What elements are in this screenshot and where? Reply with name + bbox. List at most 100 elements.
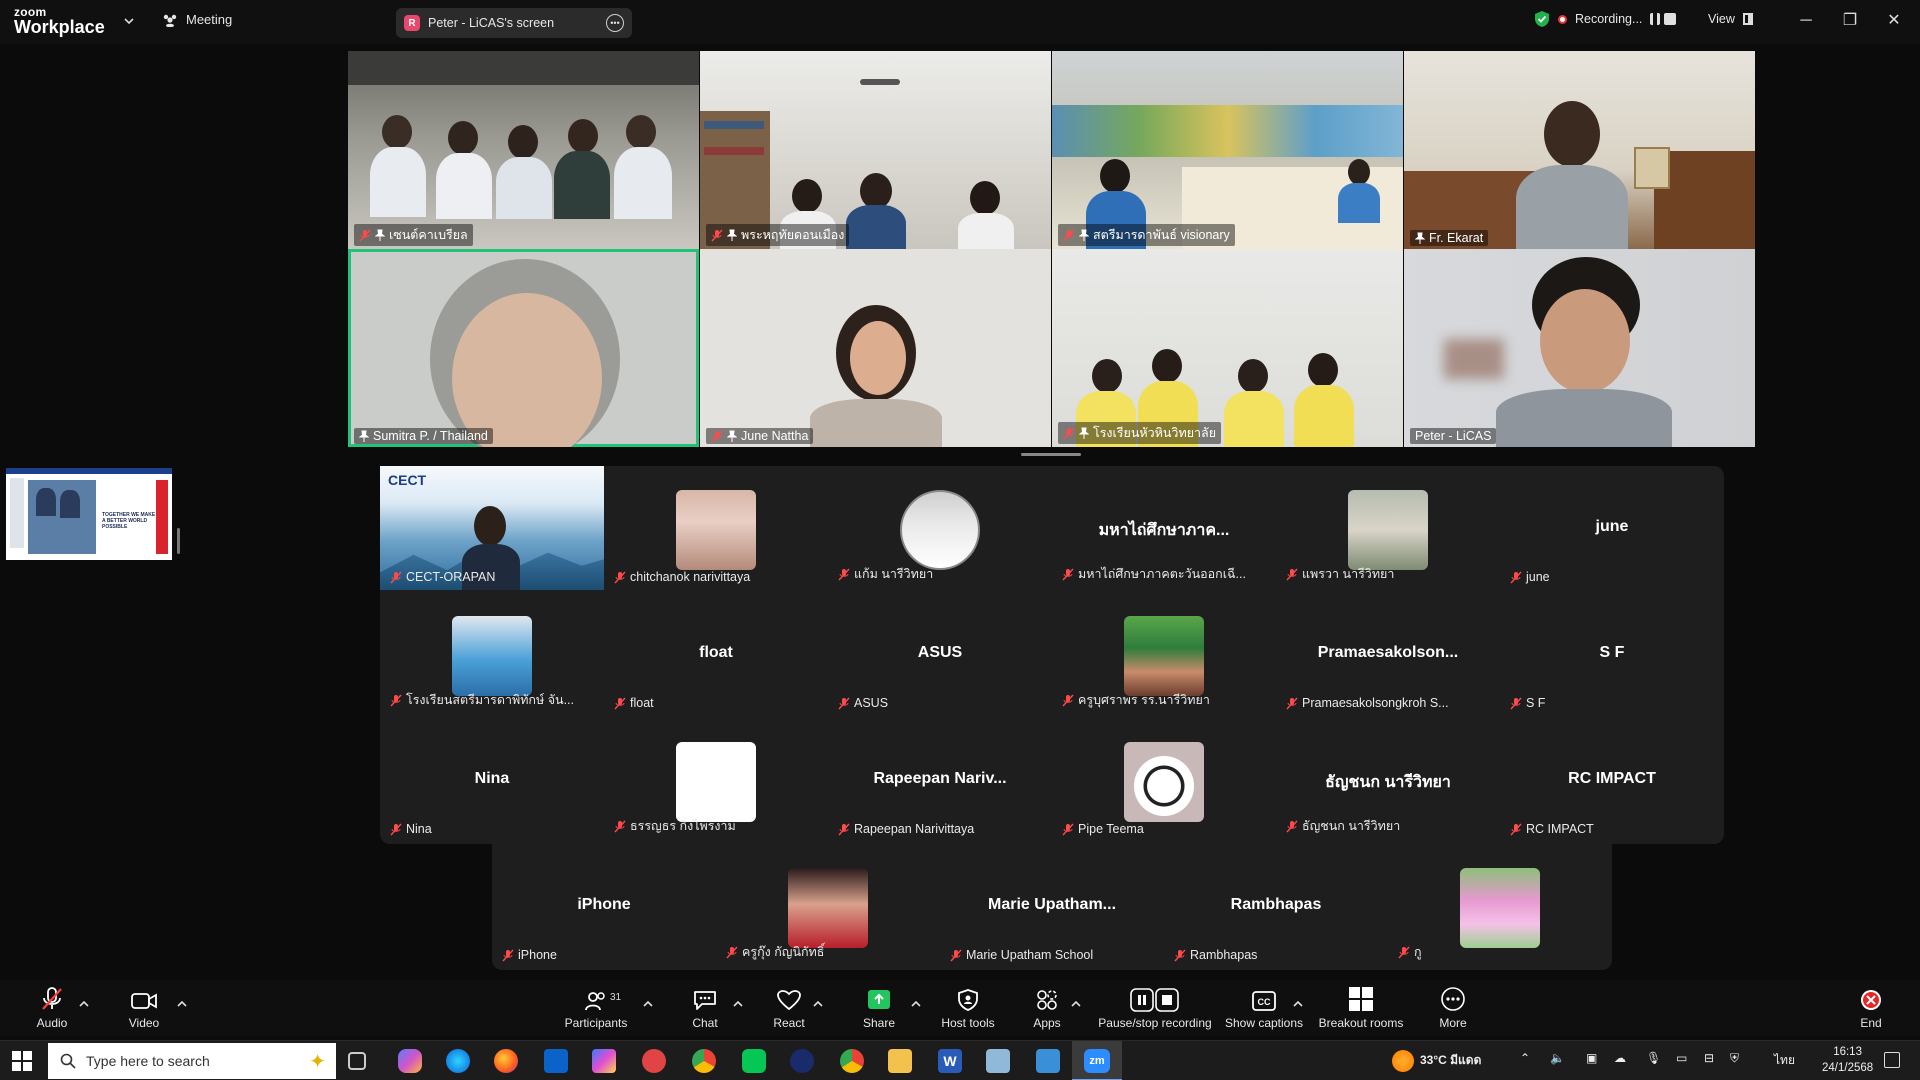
gallery-participant-tile[interactable]: Rambhapas Rambhapas — [1164, 844, 1388, 968]
gallery-participant-tile[interactable]: iPhone iPhone — [492, 844, 716, 968]
gallery-participant-tile[interactable]: ธรรญธร กิ่งไพรงาม — [604, 718, 828, 842]
microphone-tray-icon[interactable]: 🎙 — [1646, 1051, 1661, 1065]
video-tile-5[interactable]: Sumitra P. / Thailand — [348, 249, 699, 447]
chrome-profile-icon[interactable] — [840, 1049, 864, 1073]
gallery-participant-tile[interactable]: โรงเรียนสตรีมารดาพิทักษ์ จัน... — [380, 592, 604, 716]
zoom-taskbar-active[interactable]: zm — [1072, 1041, 1122, 1080]
audio-options-caret-icon[interactable] — [78, 998, 90, 1010]
more-button[interactable]: More — [1434, 980, 1472, 1036]
video-tile-7[interactable]: โรงเรียนหัวหินวิทยาลัย — [1052, 249, 1403, 447]
breakout-rooms-button[interactable]: Breakout rooms — [1318, 980, 1404, 1036]
react-caret-icon[interactable] — [812, 998, 824, 1010]
chat-caret-icon[interactable] — [732, 998, 744, 1010]
shield-tray-icon[interactable]: ⛨ — [1730, 1051, 1739, 1066]
windows-start-icon[interactable] — [12, 1051, 32, 1071]
edge-browser-icon[interactable] — [446, 1049, 470, 1073]
video-options-caret-icon[interactable] — [176, 998, 188, 1010]
outlook-icon[interactable] — [544, 1049, 568, 1073]
gallery-participant-tile[interactable]: ครูบุศราพร รร.นารีวิทยา — [1052, 592, 1276, 716]
share-caret-icon[interactable] — [910, 998, 922, 1010]
resize-handle[interactable] — [1021, 453, 1081, 456]
restore-button[interactable]: ❐ — [1838, 10, 1862, 34]
zoom-app-icon: zm — [1084, 1049, 1110, 1073]
gallery-participant-tile[interactable]: ASUS ASUS — [828, 592, 1052, 716]
captions-caret-icon[interactable] — [1292, 998, 1304, 1010]
view-button[interactable]: View — [1708, 12, 1753, 26]
gallery-participant-tile[interactable]: Pramaesakolson... Pramaesakolsongkroh S..… — [1276, 592, 1500, 716]
gallery-participant-tile[interactable]: กู — [1388, 844, 1612, 968]
weather-text[interactable]: 33°C มีแดด — [1420, 1051, 1481, 1070]
chat-button[interactable]: Chat — [688, 980, 722, 1036]
taskbar-search-box[interactable]: Type here to search ✦ — [48, 1043, 336, 1079]
gallery-participant-tile[interactable]: แพรวา นารีวิทยา — [1276, 466, 1500, 590]
display-icon[interactable]: ▭ — [1676, 1051, 1687, 1065]
mic-muted-icon — [390, 823, 402, 835]
gallery-participant-tile[interactable]: Rapeepan Nariv... Rapeepan Narivittaya — [828, 718, 1052, 842]
network-icon[interactable]: ⊟ — [1704, 1051, 1714, 1065]
gallery-participant-tile[interactable]: CECT CECT-ORAPAN — [380, 466, 604, 590]
chrome-icon[interactable] — [692, 1049, 716, 1073]
zoom-logo[interactable]: zoom Workplace — [14, 6, 105, 36]
more-options-icon[interactable]: ••• — [606, 14, 624, 32]
gallery-participant-tile[interactable]: Pipe Teema — [1052, 718, 1276, 842]
apps-caret-icon[interactable] — [1070, 998, 1082, 1010]
pause-recording-icon[interactable] — [1650, 13, 1661, 25]
chevron-down-icon[interactable] — [122, 14, 136, 28]
gallery-participant-tile[interactable]: Nina Nina — [380, 718, 604, 842]
video-button[interactable]: Video — [122, 980, 166, 1036]
meeting-button[interactable]: Meeting — [162, 12, 232, 27]
onedrive-icon[interactable]: ☁ — [1614, 1051, 1626, 1065]
copilot-icon[interactable] — [398, 1049, 422, 1073]
app-icon-blue[interactable] — [790, 1049, 814, 1073]
photos-icon[interactable] — [1036, 1049, 1060, 1073]
gallery-participant-tile[interactable]: chitchanok narivittaya — [604, 466, 828, 590]
video-tile-4[interactable]: Fr. Ekarat — [1404, 51, 1755, 249]
video-tile-3[interactable]: สตรีมารดาพันธ์ visionary — [1052, 51, 1403, 249]
end-meeting-button[interactable]: End — [1858, 980, 1884, 1036]
minimize-button[interactable]: ─ — [1794, 10, 1818, 34]
gallery-participant-tile[interactable]: S F S F — [1500, 592, 1724, 716]
gallery-participant-tile[interactable]: RC IMPACT RC IMPACT — [1500, 718, 1724, 842]
react-button[interactable]: React — [770, 980, 808, 1036]
taskbar-clock[interactable]: 16:13 24/1/2568 — [1822, 1044, 1873, 1076]
filmstrip-drag-handle[interactable] — [177, 528, 180, 554]
tray-chevron-icon[interactable]: ⌃ — [1520, 1051, 1530, 1065]
screen-share-indicator[interactable]: R Peter - LiCAS's screen ••• — [396, 8, 632, 38]
gallery-participant-tile[interactable]: june june — [1500, 466, 1724, 590]
host-tools-button[interactable]: Host tools — [936, 980, 1000, 1036]
gallery-participant-tile[interactable]: แก้ม นารีวิทยา — [828, 466, 1052, 590]
microsoft365-icon[interactable] — [592, 1049, 616, 1073]
volume-icon[interactable]: 🔈 — [1550, 1051, 1565, 1065]
firefox-icon[interactable] — [494, 1049, 518, 1073]
audio-button[interactable]: Audio — [30, 980, 74, 1036]
gallery-participant-tile[interactable]: ธัญชนก นารีวิทยา ธัญชนก นารีวิทยา — [1276, 718, 1500, 842]
line-app-icon[interactable] — [742, 1049, 766, 1073]
notifications-icon[interactable] — [1884, 1052, 1900, 1068]
participants-caret-icon[interactable] — [642, 998, 654, 1010]
task-view-icon[interactable] — [348, 1052, 366, 1070]
participant-name-label: Rapeepan Narivittaya — [838, 822, 1046, 836]
security-shield-icon[interactable] — [1534, 10, 1550, 28]
video-tile-6[interactable]: June Nattha — [700, 249, 1051, 447]
gallery-participant-tile[interactable]: Marie Upatham... Marie Upatham School — [940, 844, 1164, 968]
file-explorer-icon[interactable] — [888, 1049, 912, 1073]
participants-button[interactable]: 31 Participants — [560, 980, 632, 1036]
shared-screen-thumbnail[interactable]: TOGETHER WE MAKE A BETTER WORLD POSSIBLE — [6, 468, 172, 560]
gallery-participant-tile[interactable]: float float — [604, 592, 828, 716]
word-icon[interactable]: W — [938, 1049, 962, 1073]
gallery-participant-tile[interactable]: มหาไถ่ศึกษาภาค... มหาไถ่ศึกษาภาคตะวันออกเ… — [1052, 466, 1276, 590]
video-tile-2[interactable]: พระหฤทัยดอนเมือง — [700, 51, 1051, 249]
video-tile-1[interactable]: เซนต์คาเบรียล — [348, 51, 699, 249]
tray-app-icon[interactable]: ▣ — [1586, 1051, 1597, 1065]
pause-stop-recording-button[interactable]: Pause/stop recording — [1094, 980, 1216, 1036]
share-button[interactable]: Share — [860, 980, 898, 1036]
weather-icon[interactable] — [1392, 1050, 1414, 1072]
app-icon-red[interactable] — [642, 1049, 666, 1073]
notepad-icon[interactable] — [986, 1049, 1010, 1073]
apps-button[interactable]: Apps — [1030, 980, 1064, 1036]
close-window-button[interactable]: ✕ — [1882, 10, 1906, 34]
video-tile-8[interactable]: Peter - LiCAS — [1404, 249, 1755, 447]
input-language[interactable]: ไทย — [1774, 1051, 1795, 1070]
stop-recording-icon[interactable] — [1664, 13, 1677, 25]
gallery-participant-tile[interactable]: ครูกุ๊ง กัญนิกัทธิ์ — [716, 844, 940, 968]
